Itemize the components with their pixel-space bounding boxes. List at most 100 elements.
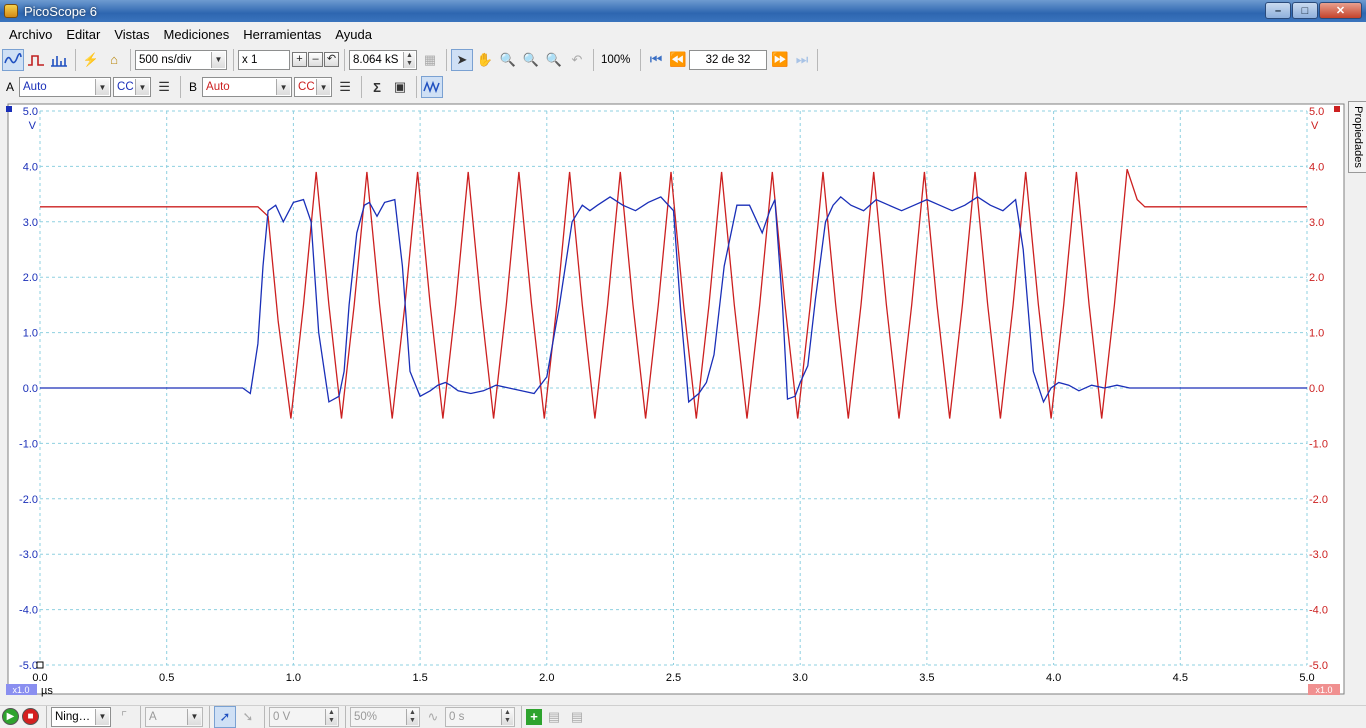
x-tick-label: 2.5	[666, 672, 681, 684]
separator	[416, 76, 418, 98]
pretrigger-value: 50%	[354, 710, 378, 723]
timebase-value: 500 ns/div	[139, 53, 192, 66]
y-tick-label-right: 5.0	[1309, 106, 1324, 118]
separator	[140, 705, 141, 728]
pointer-tool-icon[interactable]: ➤	[451, 48, 473, 71]
buffer-position-field[interactable]: 32 de 32	[689, 49, 767, 70]
signal-generator-icon[interactable]: ⚡	[80, 49, 102, 71]
menu-archivo[interactable]: Archivo	[2, 27, 59, 42]
properties-tab[interactable]: Propiedades	[1348, 101, 1366, 173]
channel-a-coupling-value: CC	[117, 81, 134, 93]
scale-badge-right-text: x1.0	[1315, 685, 1332, 695]
threshold-field[interactable]: 0 V ▲ ▼	[269, 706, 339, 727]
reference-waveforms-icon[interactable]: ▣	[389, 76, 411, 98]
persistence-mode-icon[interactable]	[25, 49, 47, 71]
x-tick-label: 4.5	[1173, 672, 1188, 684]
y-tick-label-left: -2.0	[19, 494, 38, 506]
menu-vistas[interactable]: Vistas	[107, 27, 156, 42]
samples-field[interactable]: 8.064 kS ▲ ▼	[349, 49, 417, 70]
home-icon[interactable]: ⌂	[103, 49, 125, 71]
minimize-button[interactable]: –	[1265, 2, 1291, 19]
close-button[interactable]: ✕	[1319, 2, 1362, 19]
resolution-icon[interactable]: ▦	[419, 49, 441, 71]
serial-decoding-icon[interactable]	[421, 76, 444, 98]
trigger-delay-icon: ∿	[427, 708, 439, 724]
zoom-in-small-button[interactable]: +	[292, 52, 307, 67]
scope-mode-icon[interactable]	[2, 48, 24, 71]
zoom-out-small-button[interactable]: –	[308, 52, 323, 67]
spinner-icon: ▲ ▼	[501, 708, 513, 725]
zoom-out-icon[interactable]: 🔍	[543, 49, 565, 71]
x-tick-label: 4.0	[1046, 672, 1061, 684]
ruler-settings-icon[interactable]: ▤	[566, 706, 588, 728]
zoom-percent[interactable]: 100%	[598, 50, 634, 70]
title-bar: PicoScope 6 – □ ✕	[0, 0, 1366, 22]
y-tick-label-right: -1.0	[1309, 438, 1328, 450]
trigger-origin-marker	[36, 661, 44, 669]
last-buffer-icon[interactable]: ⏭	[791, 51, 813, 68]
trigger-mode-select[interactable]: Ning… ▼	[51, 706, 111, 727]
hand-tool-icon[interactable]: ✋	[474, 49, 496, 71]
channel-a-options-icon[interactable]: ☰	[153, 76, 175, 98]
spinner-icon: ▲ ▼	[406, 708, 418, 725]
y-tick-label-left: -4.0	[19, 605, 38, 617]
previous-buffer-icon[interactable]: ⏪	[667, 51, 689, 68]
zoom-factor-field[interactable]: x 1	[238, 49, 290, 70]
pretrigger-field[interactable]: 50% ▲ ▼	[350, 706, 420, 727]
main-toolbar: ⚡ ⌂ 500 ns/div ▼ x 1 + – ↶ 8.064 kS ▲ ▼ ▦…	[0, 46, 1366, 73]
channel-b-range-select[interactable]: Auto ▼	[202, 77, 293, 97]
ruler-icon[interactable]: ▤	[543, 706, 565, 728]
y-unit-left: V	[29, 120, 37, 132]
advanced-trigger-icon[interactable]: ⌜	[113, 706, 135, 728]
x-tick-label: 0.0	[32, 672, 47, 684]
x-tick-label: 3.0	[793, 672, 808, 684]
menu-bar: Archivo Editar Vistas Mediciones Herrami…	[0, 22, 1366, 46]
menu-mediciones[interactable]: Mediciones	[157, 27, 237, 42]
zoom-in-icon[interactable]: 🔍	[520, 49, 542, 71]
undo-zoom-icon[interactable]: ↶	[566, 49, 588, 71]
separator	[180, 76, 182, 98]
chevron-down-icon: ▼	[135, 79, 150, 95]
scope-plot[interactable]: 5.0 5.0 4.0 4.0 3.0 3.0 2.0 2.0 1.0 1.0 0.0 0.0 -1.0…	[0, 101, 1348, 705]
zoom-tool-icon[interactable]: 🔍	[497, 49, 519, 71]
threshold-value: 0 V	[273, 710, 291, 723]
y-unit-right: V	[1311, 120, 1319, 132]
maximize-button[interactable]: □	[1292, 2, 1318, 19]
separator	[264, 705, 265, 728]
chevron-down-icon: ▼	[95, 79, 110, 95]
start-icon[interactable]: ▶	[2, 708, 19, 725]
channel-a-coupling-select[interactable]: CC ▼	[113, 77, 152, 97]
spectrum-mode-icon[interactable]	[48, 49, 70, 71]
delay-field[interactable]: 0 s ▲ ▼	[445, 706, 515, 727]
x-tick-label: 2.0	[539, 672, 554, 684]
separator	[593, 48, 594, 71]
channel-a-label: A	[6, 80, 15, 94]
math-channels-icon[interactable]: Σ	[366, 76, 388, 98]
channel-b-label: B	[189, 80, 198, 94]
stop-icon[interactable]: ■	[22, 708, 39, 725]
channel-b-marker	[1334, 106, 1340, 112]
y-tick-label-right: 1.0	[1309, 328, 1324, 340]
channel-b-coupling-select[interactable]: CC ▼	[294, 77, 333, 97]
first-buffer-icon[interactable]: ⏮	[645, 51, 667, 68]
menu-ayuda[interactable]: Ayuda	[328, 27, 379, 42]
undo-small-button[interactable]: ↶	[324, 52, 339, 67]
add-ruler-icon[interactable]: +	[526, 708, 542, 725]
trigger-source-select[interactable]: A ▼	[145, 706, 203, 727]
y-tick-label-left: -3.0	[19, 549, 38, 561]
timebase-select[interactable]: 500 ns/div ▼	[135, 49, 227, 70]
x-tick-label: 1.0	[286, 672, 301, 684]
app-icon	[4, 4, 18, 18]
channel-a-range-select[interactable]: Auto ▼	[19, 77, 112, 97]
scope-view[interactable]: 5.0 5.0 4.0 4.0 3.0 3.0 2.0 2.0 1.0 1.0 0.0 0.0 -1.0…	[0, 101, 1366, 705]
separator	[361, 76, 363, 98]
y-tick-label-right: -5.0	[1309, 660, 1328, 672]
menu-herramientas[interactable]: Herramientas	[236, 27, 328, 42]
rising-edge-icon[interactable]: ➚	[214, 705, 236, 728]
next-buffer-icon[interactable]: ⏩	[769, 51, 791, 68]
channel-b-options-icon[interactable]: ☰	[334, 76, 356, 98]
menu-editar[interactable]: Editar	[59, 27, 107, 42]
properties-tab-label: Propiedades	[1351, 106, 1364, 168]
x-unit-label: µs	[41, 685, 53, 697]
falling-edge-icon[interactable]: ➘	[237, 706, 259, 728]
